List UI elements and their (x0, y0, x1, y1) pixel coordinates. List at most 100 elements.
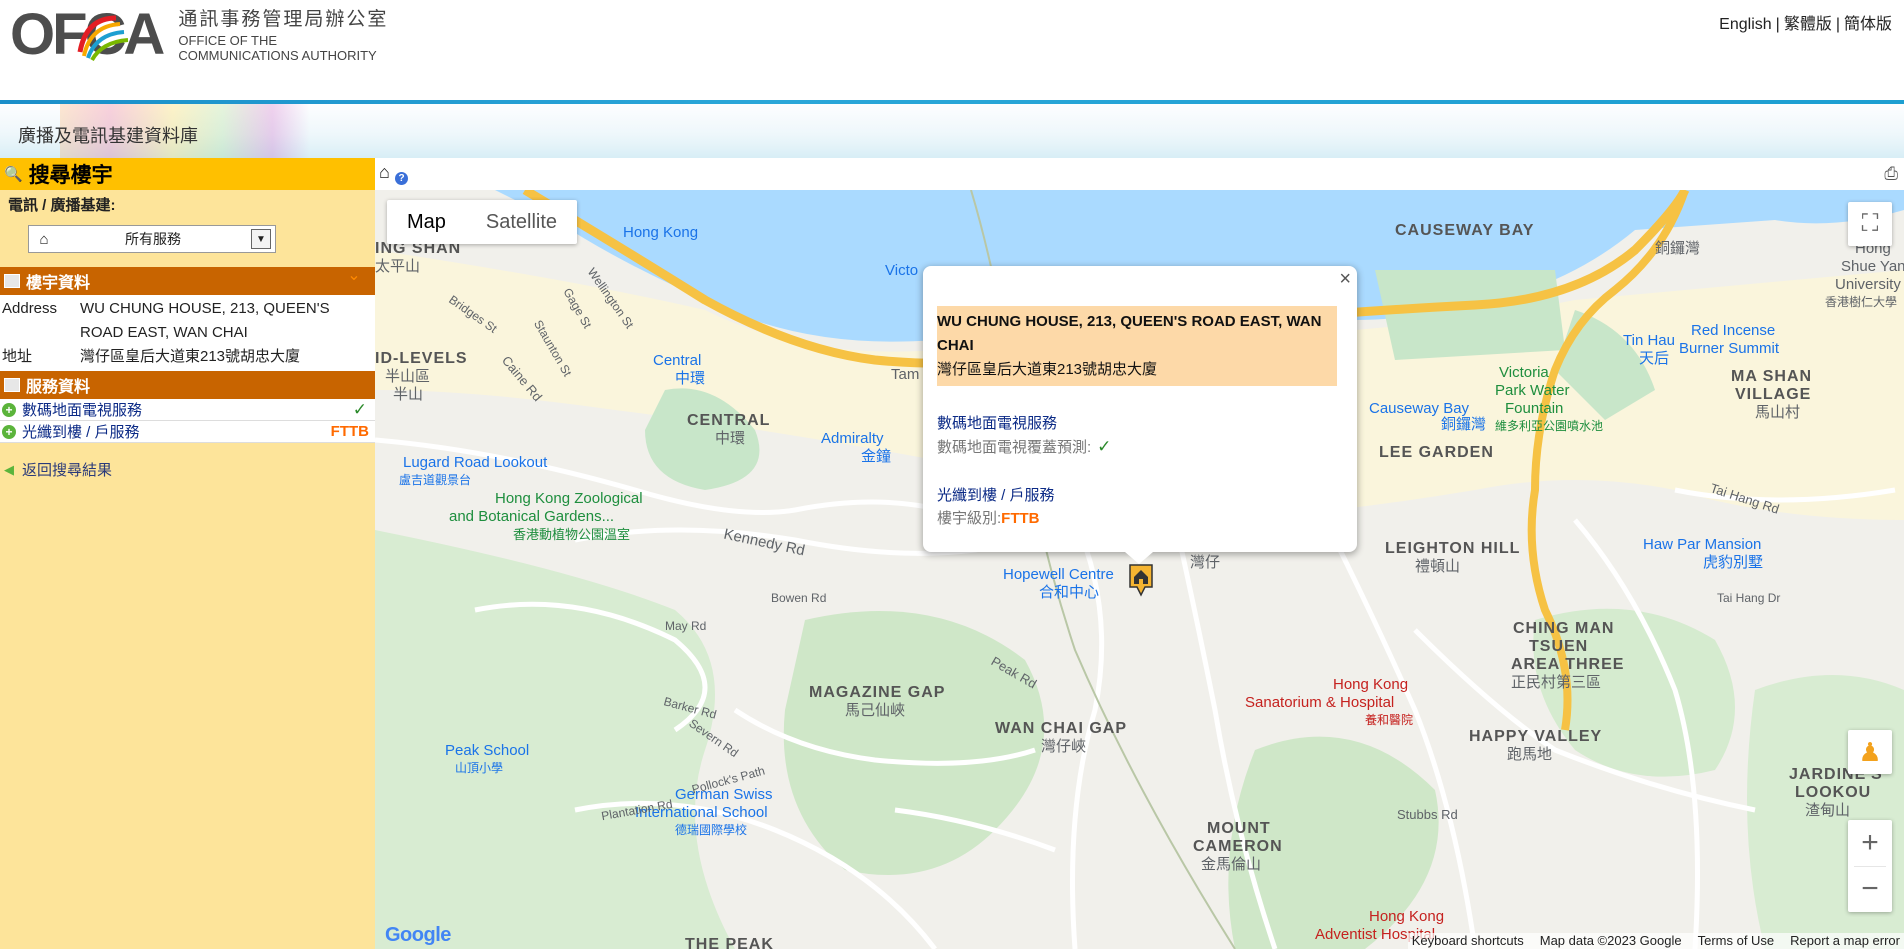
label-ching-man-zh: 正民村第三區 (1511, 674, 1602, 691)
info-service-dtt: 數碼地面電視服務 數碼地面電視覆蓋預測: ✓ (937, 412, 1111, 459)
label-sanatorium-2: Sanatorium & Hospital (1245, 694, 1395, 711)
label-peak-school-zh: 山頂小學 (455, 761, 504, 775)
fullscreen-icon[interactable]: ⛶ (1848, 202, 1892, 246)
printer-icon[interactable]: ⎙ (1884, 164, 1898, 184)
info-window-title-zh: 灣仔區皇后大道東213號胡忠大廈 (937, 361, 1158, 378)
label-wanchai-zh: 灣仔 (1190, 554, 1221, 571)
info-window-title-en: WU CHUNG HOUSE, 213, QUEEN'S ROAD EAST, … (937, 313, 1322, 354)
map-toolbar: ⌂ ? ⎙ (375, 158, 1904, 191)
label-central-station: Central (653, 352, 702, 369)
left-panel: 🔍 搜尋樓宇 電訊 / 廣播基建: ⌂ 所有服務 ▼ ⌄ 樓宇資料 Addres… (0, 158, 375, 949)
label-red-incense-1: Red Incense (1691, 322, 1776, 339)
label-victoria-park-1: Victoria (1499, 364, 1549, 381)
page-banner: 廣播及電訊基建資料庫 (0, 100, 1904, 158)
collapse-icon[interactable]: ⌄ (343, 266, 365, 286)
service-row-fttb[interactable]: + 光纖到樓 / 戶服務 FTTB (0, 421, 375, 443)
zoom-out-icon[interactable]: − (1848, 866, 1892, 912)
address-row: Address WU CHUNG HOUSE, 213, QUEEN'S ROA… (0, 297, 375, 345)
label-leighton-hill-zh: 禮頓山 (1415, 558, 1461, 575)
table-icon (4, 274, 20, 288)
map-canvas[interactable]: CAUSEWAY BAY 銅鑼灣 ING SHAN 太平山 Hong Kong … (375, 190, 1904, 949)
label-stubbs-rd: Stubbs Rd (1397, 807, 1458, 822)
logo-text: 通訊事務管理局辦公室 OFFICE OF THE COMMUNICATIONS … (178, 7, 388, 63)
label-lugard: Lugard Road Lookout (403, 454, 548, 471)
label-shue-yan-zh: 香港樹仁大學 (1825, 295, 1898, 309)
service-row-dtt[interactable]: + 數碼地面電視服務 ✓ (0, 399, 375, 421)
building-info-window: × WU CHUNG HOUSE, 213, QUEEN'S ROAD EAST… (923, 266, 1357, 564)
info-service-dtt-sub: 數碼地面電視覆蓋預測: (937, 439, 1092, 456)
label-sanatorium-1: Hong Kong (1333, 676, 1409, 693)
label-adventist-1: Hong Kong (1369, 908, 1445, 925)
fttb-badge: FTTB (1001, 510, 1040, 527)
lang-simplified-chinese[interactable]: 簡体版 (1844, 16, 1892, 33)
label-mount-cameron-2: CAMERON (1193, 838, 1283, 855)
service-name[interactable]: 數碼地面電視服務 (22, 399, 353, 420)
service-info-header: 服務資料 (0, 371, 375, 399)
expand-plus-icon[interactable]: + (2, 424, 16, 439)
building-info-table: Address WU CHUNG HOUSE, 213, QUEEN'S ROA… (0, 295, 375, 371)
info-service-fttb-name[interactable]: 光纖到樓 / 戶服務 (937, 484, 1055, 507)
back-to-results-link[interactable]: ◀ 返回搜尋結果 (0, 459, 375, 480)
map-data-text: Map data ©2023 Google (1539, 933, 1682, 948)
label-ching-man-1: CHING MAN (1513, 620, 1615, 637)
map-type-map[interactable]: Map (387, 200, 466, 244)
address-value: WU CHUNG HOUSE, 213, QUEEN'S ROAD EAST, … (80, 300, 330, 341)
home-icon[interactable]: ⌂ (379, 162, 390, 183)
label-jardine-2: LOOKOU (1795, 784, 1872, 801)
back-link-label[interactable]: 返回搜尋結果 (22, 459, 112, 480)
search-icon: 🔍 (4, 166, 23, 183)
label-the-peak: THE PEAK (685, 936, 774, 949)
label-magazine-gap-zh: 馬己仙峽 (845, 702, 906, 719)
map-type-satellite[interactable]: Satellite (466, 200, 577, 244)
logo-swoosh-icon (77, 15, 129, 62)
label-german-swiss-zh: 德瑞國際學校 (675, 823, 748, 837)
logo-wordmark: OFCA (10, 2, 165, 67)
google-logo[interactable]: Google (385, 924, 451, 947)
address-zh-row: 地址 灣仔區皇后大道東213號胡忠大廈 (0, 345, 375, 369)
label-victoria-park-zh: 維多利亞公園噴水池 (1495, 419, 1604, 433)
address-label: Address (2, 300, 58, 317)
info-window-header: WU CHUNG HOUSE, 213, QUEEN'S ROAD EAST, … (937, 306, 1337, 386)
building-info-header: 樓宇資料 (0, 267, 375, 295)
map-type-control: Map Satellite (387, 200, 578, 244)
lang-traditional-chinese[interactable]: 繁體版 (1784, 16, 1832, 33)
label-mid-levels-zh1: 半山區 (385, 368, 431, 385)
zoom-control: + − (1848, 820, 1892, 912)
check-icon: ✓ (1097, 437, 1112, 456)
banner-title: 廣播及電訊基建資料庫 (18, 126, 198, 146)
close-icon[interactable]: × (1339, 268, 1351, 291)
label-ma-shan-zh: 馬山村 (1755, 404, 1801, 421)
info-service-fttb-sub: 樓宇級別: (937, 510, 1002, 527)
label-zoo-1: Hong Kong Zoological (495, 490, 643, 507)
label-ma-shan-2: VILLAGE (1735, 386, 1812, 403)
chevron-down-icon[interactable]: ▼ (251, 229, 271, 249)
label-bowen-rd: Bowen Rd (771, 591, 827, 605)
building-marker-icon[interactable] (1128, 563, 1154, 597)
label-causeway-bay: CAUSEWAY BAY (1395, 222, 1535, 239)
info-service-fttb: 光纖到樓 / 戶服務 樓宇級別:FTTB (937, 484, 1055, 530)
help-icon[interactable]: ? (395, 172, 408, 185)
lang-english[interactable]: English (1719, 16, 1771, 33)
search-title: 搜尋樓宇 (28, 164, 113, 187)
label-tai-hang-dr: Tai Hang Dr (1717, 591, 1781, 605)
label-happy-valley: HAPPY VALLEY (1469, 728, 1603, 745)
service-type-select[interactable]: ⌂ 所有服務 ▼ (28, 225, 276, 253)
label-wanchai-gap-zh: 灣仔峽 (1041, 738, 1087, 755)
label-haw-par-zh: 虎豹別墅 (1703, 554, 1764, 571)
expand-plus-icon[interactable]: + (2, 402, 16, 417)
label-haw-par: Haw Par Mansion (1643, 536, 1762, 553)
service-select-value: 所有服務 (125, 231, 181, 247)
service-name[interactable]: 光纖到樓 / 戶服務 (22, 421, 331, 442)
label-may-rd: May Rd (665, 619, 707, 633)
label-causeway-bay-stn: Causeway Bay (1369, 400, 1470, 417)
ofca-logo[interactable]: OFCA 通訊事務管理局辦公室 OFFICE OF THE COMMUNICAT… (10, 6, 388, 64)
label-mount-cameron-zh: 金馬倫山 (1201, 856, 1262, 873)
keyboard-shortcuts-link[interactable]: Keyboard shortcuts (1412, 933, 1524, 949)
zoom-in-icon[interactable]: + (1848, 820, 1892, 866)
street-view-pegman-icon[interactable]: ♟ (1848, 730, 1892, 774)
info-service-dtt-name[interactable]: 數碼地面電視服務 (937, 412, 1111, 435)
terms-of-use-link[interactable]: Terms of Use (1698, 933, 1775, 949)
map-attribution: Keyboard shortcuts Map data ©2023 Google… (1407, 933, 1904, 949)
home-icon: ⌂ (39, 230, 49, 248)
report-map-error-link[interactable]: Report a map error (1790, 933, 1900, 949)
